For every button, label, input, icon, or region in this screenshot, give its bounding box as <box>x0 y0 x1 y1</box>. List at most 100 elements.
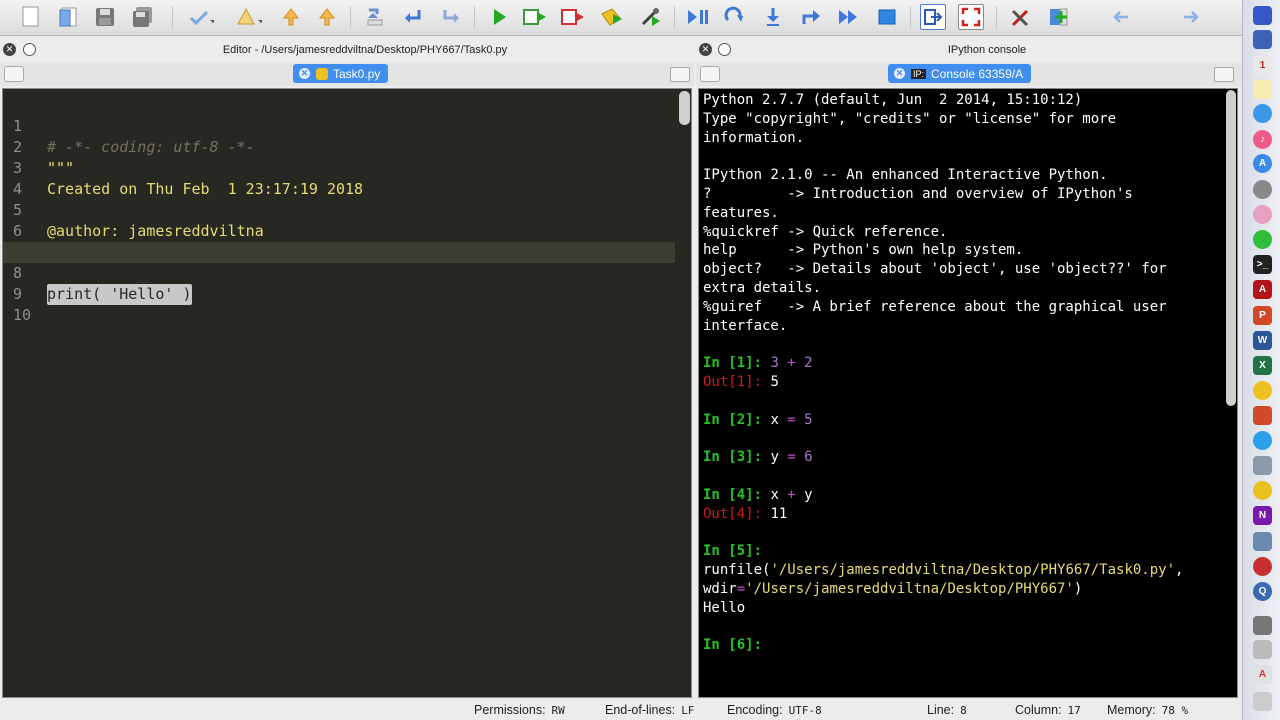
app-switcher-icon[interactable] <box>1253 30 1272 49</box>
console-banner-line: extra details. <box>703 280 822 296</box>
preview-icon[interactable] <box>1253 456 1272 475</box>
new-file-icon[interactable] <box>18 4 44 30</box>
chrome-icon[interactable] <box>1253 481 1272 500</box>
python-launcher-icon[interactable] <box>1253 381 1272 400</box>
warning-icon[interactable] <box>236 4 262 30</box>
console-banner-line: %guiref -> A brief reference about the g… <box>703 298 1167 315</box>
editor-close-icon[interactable]: ✕ <box>3 43 16 56</box>
fullscreen-icon[interactable] <box>958 4 984 30</box>
excel-icon[interactable]: X <box>1253 356 1272 375</box>
console-tabbar: ✕ IP: Console 63359/A <box>696 62 1242 86</box>
forward-arrow-icon[interactable] <box>1178 4 1204 30</box>
continue-icon[interactable] <box>836 4 862 30</box>
tab-label: Console 63359/A <box>931 66 1024 81</box>
utilities-folder-icon[interactable] <box>1253 616 1272 635</box>
console-banner-line: information. <box>703 129 805 146</box>
step-icon[interactable] <box>722 4 748 30</box>
status-memory: Memory: 78 % <box>1107 703 1189 717</box>
status-column: Column: 17 <box>1015 703 1081 717</box>
browse-consoles-button[interactable] <box>700 66 720 82</box>
python-file-icon <box>316 67 328 80</box>
run-selection-icon[interactable] <box>598 4 624 30</box>
status-eol: End-of-lines: LF <box>605 703 695 717</box>
app-dock: 1 ♪ A >_ A P W X N Q A <box>1242 0 1280 720</box>
anaconda-icon[interactable] <box>1253 406 1272 425</box>
last-edit-icon[interactable] <box>362 4 388 30</box>
calendar-icon[interactable]: 1 <box>1253 56 1272 75</box>
finder-icon[interactable] <box>1253 6 1272 25</box>
run-cell-icon[interactable] <box>522 4 548 30</box>
python-path-icon[interactable] <box>1046 4 1072 30</box>
app-store-icon[interactable]: A <box>1253 154 1272 173</box>
editor-options-button[interactable] <box>670 67 690 82</box>
quicktime-icon[interactable]: Q <box>1253 582 1272 601</box>
code-line: 10 <box>13 306 32 324</box>
open-file-icon[interactable] <box>56 4 82 30</box>
console-title: IPython console <box>947 43 1027 56</box>
documents-folder-icon[interactable]: A <box>1253 665 1272 684</box>
editor-tabbar: ✕ Task0.py <box>0 62 694 86</box>
output-line: Out[4]: 11 <box>703 505 788 522</box>
maximize-pane-icon[interactable] <box>920 4 946 30</box>
input-line: In [5]: <box>703 543 763 560</box>
ipython-console[interactable]: Python 2.7.7 (default, Jun 2 2014, 15:10… <box>698 88 1238 698</box>
music-icon[interactable]: ♪ <box>1253 130 1272 149</box>
console-undock-icon[interactable] <box>718 43 731 56</box>
run-icon[interactable] <box>486 4 512 30</box>
forward-icon[interactable] <box>438 4 464 30</box>
tab-label: Task0.py <box>333 66 381 81</box>
onenote-icon[interactable]: N <box>1253 506 1272 525</box>
applications-folder-icon[interactable] <box>1253 640 1272 659</box>
output-line: Out[1]: 5 <box>703 374 779 390</box>
save-icon[interactable] <box>92 4 118 30</box>
safari-icon[interactable] <box>1253 104 1272 123</box>
console-banner-line: features. <box>703 204 779 221</box>
input-prompt[interactable]: In [6]: <box>703 636 762 655</box>
console-banner-line: Python 2.7.7 (default, Jun 2 2014, 15:10… <box>703 92 1083 108</box>
tab-task0[interactable]: ✕ Task0.py <box>293 64 389 83</box>
console-options-button[interactable] <box>1214 67 1234 82</box>
preferences-icon[interactable] <box>1008 4 1034 30</box>
close-tab-icon[interactable]: ✕ <box>299 68 310 79</box>
input-line: In [2]: x = 5 <box>703 411 813 428</box>
input-line: In [3]: y = 6 <box>703 449 813 466</box>
step-into-icon[interactable] <box>760 4 786 30</box>
editor-scrollbar[interactable] <box>679 91 690 125</box>
messages-icon[interactable] <box>1253 230 1272 249</box>
close-tab-icon[interactable]: ✕ <box>894 68 905 79</box>
code-editor[interactable]: 1 # -*- coding: utf-8 -*- 2 """ 3 Create… <box>2 88 692 698</box>
acrobat-icon[interactable]: A <box>1253 280 1272 299</box>
back-icon[interactable] <box>400 4 426 30</box>
status-encoding: Encoding: UTF-8 <box>727 703 822 717</box>
next-warning-icon[interactable] <box>314 4 340 30</box>
network-icon[interactable] <box>1253 557 1272 576</box>
runfile-line: wdir='/Users/jamesreddviltna/Desktop/PHY… <box>703 580 1083 597</box>
back-arrow-icon[interactable] <box>1108 4 1134 30</box>
configure-run-icon[interactable] <box>638 4 664 30</box>
teamviewer-icon[interactable] <box>1253 431 1272 450</box>
console-banner-line: object? -> Details about 'object', use '… <box>703 261 1167 278</box>
stop-debug-icon[interactable] <box>874 4 900 30</box>
save-all-icon[interactable] <box>130 4 156 30</box>
current-code-line: 8 print( 'Hello' ) <box>3 242 675 305</box>
run-cell-advance-icon[interactable] <box>560 4 586 30</box>
editor-undock-icon[interactable] <box>23 43 36 56</box>
console-banner-line: ? -> Introduction and overview of IPytho… <box>703 186 1133 202</box>
previous-warning-icon[interactable] <box>278 4 304 30</box>
word-icon[interactable]: W <box>1253 331 1272 350</box>
tab-console[interactable]: ✕ IP: Console 63359/A <box>888 64 1032 83</box>
system-preferences-icon[interactable] <box>1253 180 1272 199</box>
photos-icon[interactable] <box>1253 205 1272 224</box>
notes-icon[interactable] <box>1253 80 1272 99</box>
console-close-icon[interactable]: ✕ <box>699 43 712 56</box>
mail-icon[interactable] <box>1253 532 1272 551</box>
powerpoint-icon[interactable]: P <box>1253 306 1272 325</box>
terminal-icon[interactable]: >_ <box>1253 255 1272 274</box>
step-return-icon[interactable] <box>798 4 824 30</box>
browse-tabs-button[interactable] <box>4 66 24 82</box>
trash-icon[interactable] <box>1253 692 1272 711</box>
toggle-comment-icon[interactable] <box>188 4 214 30</box>
code-line: 5 @author: jamesreddviltna <box>13 201 264 240</box>
console-scrollbar[interactable] <box>1226 90 1236 406</box>
debug-icon[interactable] <box>686 4 712 30</box>
